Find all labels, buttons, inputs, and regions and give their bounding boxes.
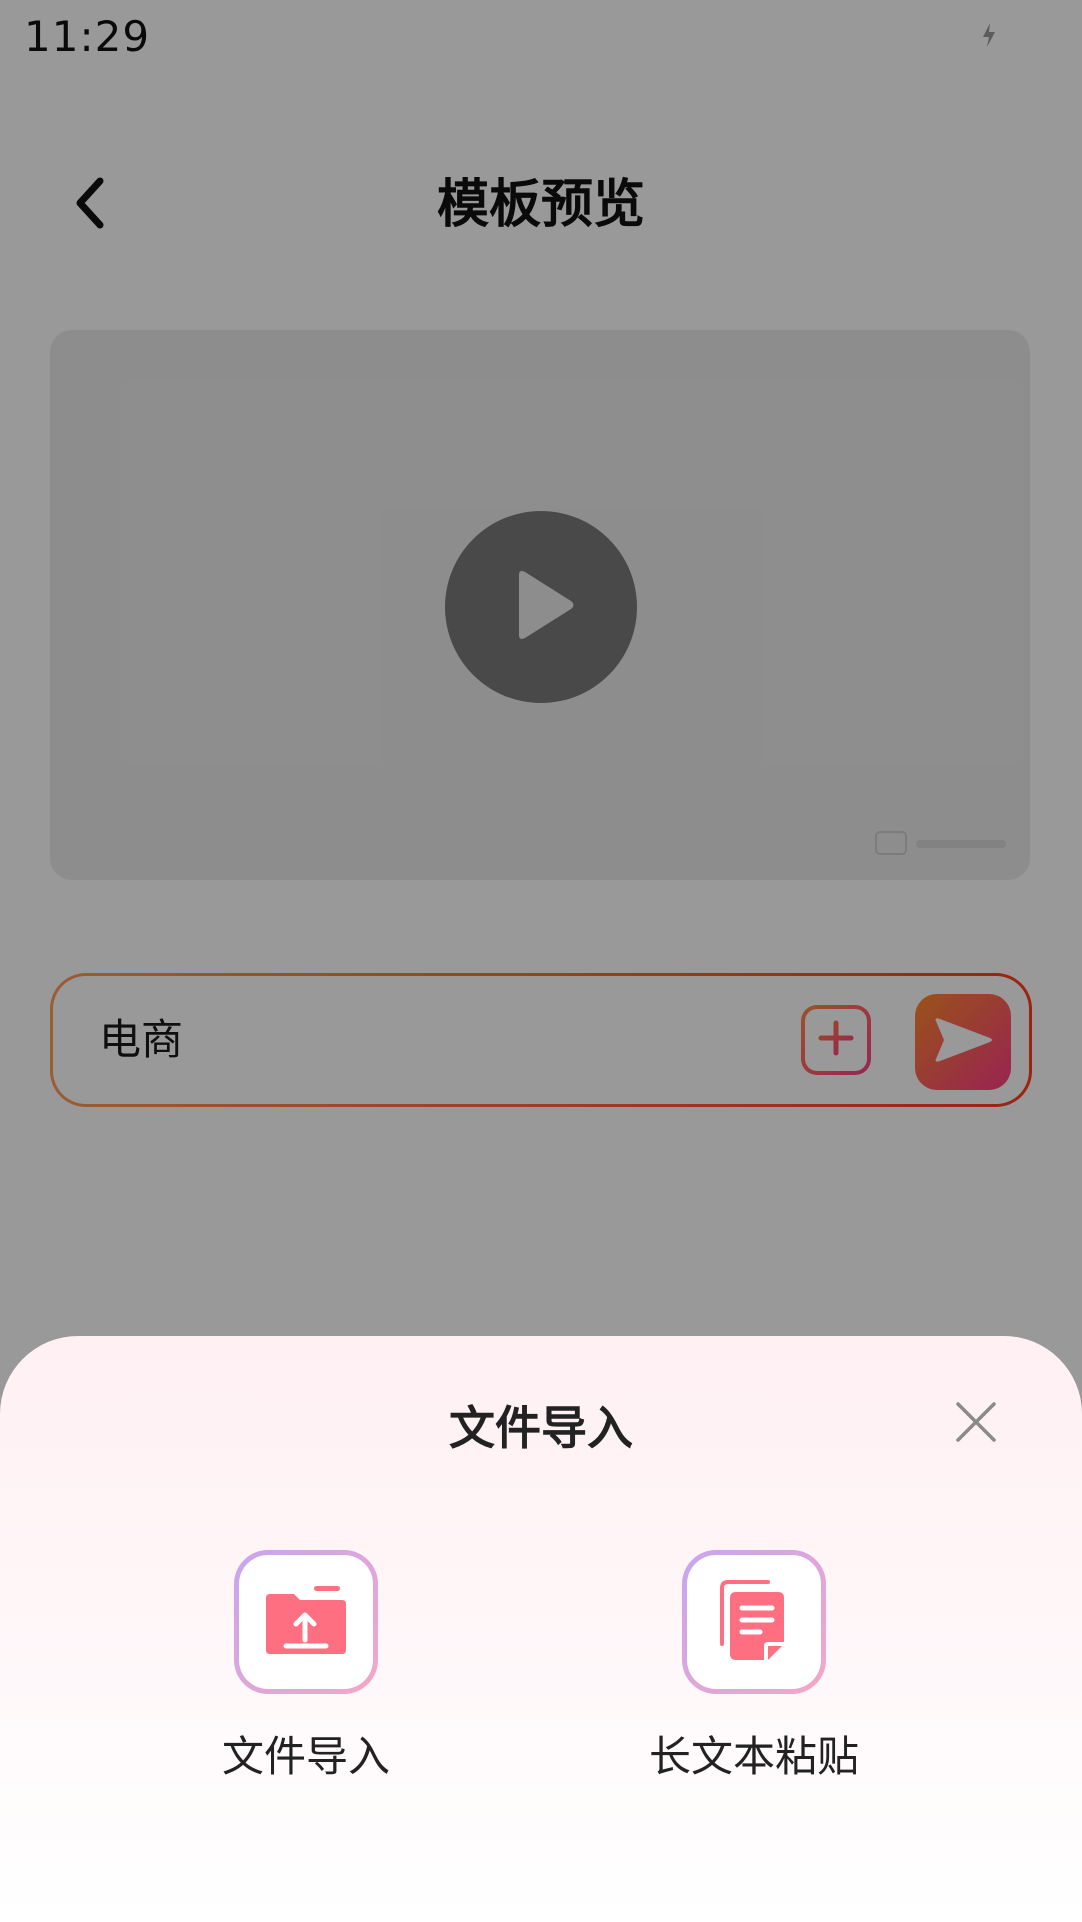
option-file-import[interactable]: 文件导入 (176, 1550, 436, 1786)
file-import-sheet: 文件导入 文件导入 长文本粘贴 (0, 1336, 1082, 1922)
option-label-long-text-paste: 长文本粘贴 (648, 1732, 859, 1781)
close-icon (954, 1400, 998, 1448)
sheet-title: 文件导入 (449, 1401, 633, 1455)
close-button[interactable] (950, 1398, 1002, 1450)
option-long-text-paste[interactable]: 长文本粘贴 (624, 1550, 884, 1786)
option-label-file-import: 文件导入 (221, 1732, 390, 1781)
option-tile-long-text-paste[interactable] (682, 1550, 826, 1694)
option-tile-file-import[interactable] (234, 1550, 378, 1694)
document-paste-icon (718, 1578, 790, 1666)
folder-upload-icon (264, 1584, 348, 1660)
